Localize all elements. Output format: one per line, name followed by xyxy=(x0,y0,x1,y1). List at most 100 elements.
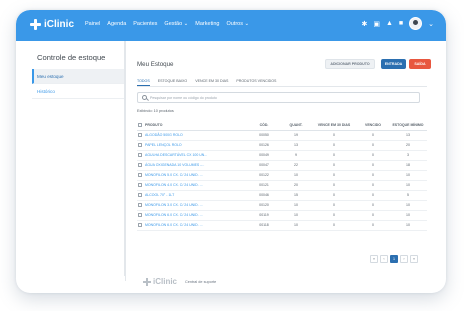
product-name-cell: ÁGUA OXIGENADA 10 VOLUMES -... xyxy=(137,160,247,171)
expired-cell: 0 xyxy=(357,160,389,171)
product-link[interactable]: MONOFILON 6.0 CX. C/ 24 UNID. ... xyxy=(145,223,203,227)
row-checkbox[interactable] xyxy=(138,163,142,168)
sidebar-item-historico[interactable]: Histórico xyxy=(32,84,124,99)
app-window: iClinic Painel Agenda Pacientes Gestão ⌄… xyxy=(16,10,446,293)
table-row[interactable]: MONOFILON 6.0 CX. C/ 24 UNID. ... 00118 10… xyxy=(137,220,427,231)
table-row[interactable]: AGULHA DESCARTÁVEL CX 100 UN... 00049 9 0 0 3 xyxy=(137,150,427,161)
page-next-button[interactable]: › xyxy=(400,255,408,263)
quantity-cell: 10 xyxy=(281,170,311,181)
select-all-checkbox[interactable] xyxy=(138,123,142,128)
footer: iClinic Central de suporte xyxy=(143,277,216,286)
product-name-cell: PAPEL LENÇOL ROLO xyxy=(137,140,247,151)
row-checkbox[interactable] xyxy=(138,133,142,138)
row-checkbox[interactable] xyxy=(138,183,142,188)
expiring-cell: 0 xyxy=(311,160,357,171)
page-current-button[interactable]: 1 xyxy=(390,255,398,263)
search-input[interactable] xyxy=(150,94,410,102)
product-name-cell: MONOFILON 6.0 CX. C/ 24 UNID. ... xyxy=(137,210,247,221)
nav-item-agenda[interactable]: Agenda xyxy=(107,21,126,27)
quantity-cell: 22 xyxy=(281,160,311,171)
quantity-cell: 15 xyxy=(281,190,311,201)
code-cell: 00049 xyxy=(247,150,281,161)
row-checkbox[interactable] xyxy=(138,223,142,228)
nav-item-painel[interactable]: Painel xyxy=(85,21,100,27)
tab-vence-30-dias[interactable]: VENCE EM 30 DIAS xyxy=(195,78,228,86)
footer-brand: iClinic xyxy=(153,277,178,286)
table-row[interactable]: MONOFILON 5.0 CX. C/ 24 UNID. ... 00122 10… xyxy=(137,170,427,181)
page-first-button[interactable]: « xyxy=(370,255,378,263)
brand-name: iClinic xyxy=(44,19,75,30)
min-stock-cell: 13 xyxy=(389,130,427,141)
min-stock-cell: 10 xyxy=(389,180,427,191)
expired-cell: 0 xyxy=(357,170,389,181)
table-row[interactable]: MONOFILON 6.0 CX. C/ 24 UNID. ... 00119 10… xyxy=(137,210,427,221)
table-row[interactable]: MONOFILON 4.0 CX. C/ 24 UNID. ... 00121 20… xyxy=(137,180,427,191)
expiring-cell: 0 xyxy=(311,150,357,161)
product-name-cell: MONOFILON 6.0 CX. C/ 24 UNID. ... xyxy=(137,220,247,231)
chevron-down-icon[interactable]: ⌄ xyxy=(428,20,434,28)
expiring-cell: 0 xyxy=(311,220,357,231)
row-checkbox[interactable] xyxy=(138,173,142,178)
product-link[interactable]: ÁGUA OXIGENADA 10 VOLUMES -... xyxy=(145,163,204,167)
user-avatar[interactable] xyxy=(409,17,423,30)
product-link[interactable]: AGULHA DESCARTÁVEL CX 100 UN... xyxy=(145,153,207,157)
settings-icon[interactable]: ✱ xyxy=(361,20,367,28)
product-link[interactable]: ALGODÃO 500G ROLO xyxy=(145,133,183,137)
expiring-cell: 0 xyxy=(311,190,357,201)
code-cell: 00119 xyxy=(247,210,281,221)
nav-item-outros[interactable]: Outros ⌄ xyxy=(226,21,249,27)
tab-produtos-vencidos[interactable]: PRODUTOS VENCIDOS xyxy=(236,78,276,86)
product-link[interactable]: MONOFILON 3.0 CX. C/ 24 UNID. ... xyxy=(145,203,203,207)
products-table: PRODUTO CÓD. QUANT. VENCE EM 30 DIAS VEN… xyxy=(137,121,427,231)
product-link[interactable]: MONOFILON 6.0 CX. C/ 24 UNID. ... xyxy=(145,213,203,217)
sidebar-title: Controle de estoque xyxy=(37,53,106,62)
app-logo[interactable]: iClinic xyxy=(30,19,74,30)
row-checkbox[interactable] xyxy=(138,153,142,158)
page-prev-button[interactable]: ‹ xyxy=(380,255,388,263)
table-row[interactable]: PAPEL LENÇOL ROLO 00126 13 0 0 20 xyxy=(137,140,427,151)
page-last-button[interactable]: » xyxy=(410,255,418,263)
product-link[interactable]: MONOFILON 4.0 CX. C/ 24 UNID. ... xyxy=(145,183,203,187)
page-content: Controle de estoque Meu estoque Históric… xyxy=(32,41,431,293)
sidebar: Controle de estoque Meu estoque Históric… xyxy=(32,41,125,276)
tab-todos[interactable]: TODOS xyxy=(137,78,150,86)
gift-icon[interactable]: ▣ xyxy=(373,20,380,28)
footer-cross-icon xyxy=(143,277,151,286)
row-checkbox[interactable] xyxy=(138,213,142,218)
table-row[interactable]: ALCOOL 70° - 1LT 00046 15 0 0 5 xyxy=(137,190,427,201)
expired-cell: 0 xyxy=(357,140,389,151)
row-checkbox[interactable] xyxy=(138,203,142,208)
product-link[interactable]: ALCOOL 70° - 1LT xyxy=(145,193,174,197)
header-codigo[interactable]: CÓD. xyxy=(247,121,281,131)
row-checkbox[interactable] xyxy=(138,143,142,148)
add-product-button[interactable]: ADICIONAR PRODUTO xyxy=(325,59,375,69)
tab-estoque-baixo[interactable]: ESTOQUE BAIXO xyxy=(158,78,188,86)
quantity-cell: 10 xyxy=(281,200,311,211)
product-link[interactable]: PAPEL LENÇOL ROLO xyxy=(145,143,182,147)
code-cell: 00050 xyxy=(247,130,281,141)
sidebar-item-meu-estoque[interactable]: Meu estoque xyxy=(32,69,124,84)
code-cell: 00047 xyxy=(247,160,281,171)
product-name-cell: ALCOOL 70° - 1LT xyxy=(137,190,247,201)
table-row[interactable]: ALGODÃO 500G ROLO 00050 19 0 0 13 xyxy=(137,130,427,141)
nav-item-pacientes[interactable]: Pacientes xyxy=(133,21,157,27)
nav-item-gestao[interactable]: Gestão ⌄ xyxy=(164,21,188,27)
header-vencido[interactable]: VENCIDO xyxy=(357,121,389,131)
header-produto[interactable]: PRODUTO xyxy=(137,121,247,131)
bell-icon[interactable]: ▲ xyxy=(386,20,393,27)
table-row[interactable]: ÁGUA OXIGENADA 10 VOLUMES -... 00047 22 0 0 1… xyxy=(137,160,427,171)
code-cell: 00120 xyxy=(247,200,281,211)
quantity-cell: 9 xyxy=(281,150,311,161)
entry-button[interactable]: ENTRADA xyxy=(381,59,406,69)
header-vence-30-dias[interactable]: VENCE EM 30 DIAS xyxy=(311,121,357,131)
table-row[interactable]: MONOFILON 3.0 CX. C/ 24 UNID. ... 00120 10… xyxy=(137,200,427,211)
chat-icon[interactable]: ■ xyxy=(399,20,403,27)
product-link[interactable]: MONOFILON 5.0 CX. C/ 24 UNID. ... xyxy=(145,173,203,177)
row-checkbox[interactable] xyxy=(138,193,142,198)
exit-button[interactable]: SAÍDA xyxy=(409,59,431,69)
header-estoque-minimo[interactable]: ESTOQUE MÍNIMO xyxy=(389,121,427,131)
code-cell: 00126 xyxy=(247,140,281,151)
nav-item-marketing[interactable]: Marketing xyxy=(195,21,219,27)
support-link[interactable]: Central de suporte xyxy=(185,280,216,284)
header-quantidade[interactable]: QUANT. xyxy=(281,121,311,131)
